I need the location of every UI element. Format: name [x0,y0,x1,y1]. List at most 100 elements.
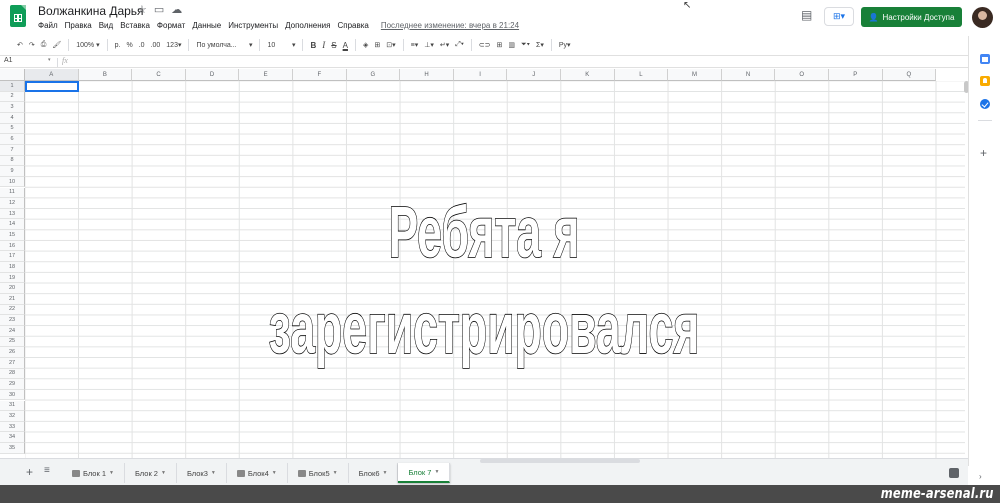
zoom-select[interactable]: 100% ▾ [73,38,102,52]
fill-color-icon[interactable]: ◈ [360,38,371,52]
row-header-31[interactable]: 31 [0,400,25,412]
merge-cells-icon[interactable]: ⊡▾ [383,38,398,52]
horizontal-scrollbar[interactable] [480,459,640,463]
row-header-32[interactable]: 32 [0,411,25,422]
row-header-28[interactable]: 28 [0,368,25,380]
currency-button[interactable]: р. [112,38,124,52]
insert-comment-icon[interactable]: ⊞ [494,38,506,52]
chevron-down-icon[interactable]: ▼ [161,470,166,476]
text-wrap-icon[interactable]: ↵▾ [437,38,452,52]
functions-icon[interactable]: Σ▾ [533,38,547,52]
column-header-k[interactable]: K [561,69,615,81]
share-button[interactable]: 👤 Настройки Доступа [861,7,962,27]
sheets-logo-icon[interactable] [10,5,26,27]
paint-format-icon[interactable]: 🖌 [49,38,64,52]
cloud-icon[interactable]: ☁ [171,3,182,16]
column-header-d[interactable]: D [185,69,240,81]
row-header-35[interactable]: 35 [0,443,25,454]
redo-icon[interactable]: ↷ [26,38,38,52]
column-header-m[interactable]: M [668,69,722,81]
column-header-g[interactable]: G [346,69,401,81]
selected-cell-a1[interactable] [25,81,79,92]
star-icon[interactable]: ☆ [137,3,147,16]
print-icon[interactable]: ⎙ [38,38,50,52]
sheet-tab-1[interactable]: Блок 1 ▼ [62,463,125,483]
column-header-h[interactable]: H [400,69,454,81]
menu-file[interactable]: Файл [38,21,58,30]
chevron-down-icon[interactable]: ▼ [333,470,338,476]
present-button[interactable]: ⊞▾ [824,7,854,26]
comments-icon[interactable]: ▤ [801,8,814,22]
sheet-tab-5[interactable]: Блок5 ▼ [288,463,349,483]
menu-view[interactable]: Вид [99,21,113,30]
calendar-icon[interactable] [980,54,990,64]
menu-format[interactable]: Формат [157,21,185,30]
column-header-q[interactable]: Q [882,69,937,81]
column-header-i[interactable]: I [453,69,508,81]
insert-chart-icon[interactable]: ▥ [505,38,518,52]
row-header-29[interactable]: 29 [0,379,25,390]
row-header-1[interactable]: 1 [0,81,25,92]
more-formats-button[interactable]: 123 ▾ [163,38,184,52]
row-header-3[interactable]: 3 [0,102,25,113]
column-header-c[interactable]: C [132,69,186,81]
tasks-icon[interactable] [980,99,990,109]
row-header-9[interactable]: 9 [0,166,25,177]
bold-button[interactable]: B [307,38,319,52]
sheet-tab-7[interactable]: Блок 7 ▼ [398,463,451,483]
column-header-e[interactable]: E [239,69,293,81]
input-tools-icon[interactable]: Ру▾ [556,38,574,52]
menu-tools[interactable]: Инструменты [228,21,278,30]
sheet-tab-6[interactable]: Блок6 ▼ [349,463,399,483]
column-header-b[interactable]: B [78,69,133,81]
row-header-2[interactable]: 2 [0,91,25,103]
column-header-l[interactable]: L [614,69,669,81]
menu-insert[interactable]: Вставка [120,21,150,30]
vertical-align-icon[interactable]: ⊥▾ [421,38,437,52]
add-sheet-icon[interactable]: + [26,466,33,478]
font-size-select[interactable]: 10 ▾ [264,38,298,52]
increase-decimal-button[interactable]: .00 [148,38,164,52]
expand-panel-icon[interactable]: › [979,472,982,481]
borders-icon[interactable]: ⊞ [371,38,383,52]
percent-button[interactable]: % [123,38,135,52]
avatar[interactable] [972,7,993,28]
chevron-down-icon[interactable]: ▼ [109,470,114,476]
sheet-tab-3[interactable]: Блок3 ▼ [177,463,227,483]
insert-link-icon[interactable]: ⊂⊃ [476,38,494,52]
select-all-corner[interactable] [0,69,25,81]
row-header-34[interactable]: 34 [0,432,25,444]
row-header-8[interactable]: 8 [0,155,25,167]
row-header-10[interactable]: 10 [0,176,25,188]
row-header-33[interactable]: 33 [0,421,25,433]
filter-icon[interactable]: ⏷▾ [518,38,533,52]
text-color-button[interactable]: A [340,38,351,52]
row-header-7[interactable]: 7 [0,144,25,156]
explore-icon[interactable] [949,468,959,478]
row-header-6[interactable]: 6 [0,134,25,145]
column-header-o[interactable]: O [775,69,829,81]
row-header-5[interactable]: 5 [0,123,25,135]
folder-icon[interactable]: ▭ [154,3,164,16]
keep-icon[interactable] [980,76,990,86]
chevron-down-icon[interactable]: ▼ [382,470,387,476]
menu-help[interactable]: Справка [337,21,368,30]
column-header-p[interactable]: P [829,69,883,81]
menu-edit[interactable]: Правка [65,21,92,30]
menu-addons[interactable]: Дополнения [285,21,330,30]
last-edit-link[interactable]: Последнее изменение: вчера в 21:24 [381,21,519,30]
get-addons-icon[interactable]: + [980,147,987,159]
italic-button[interactable]: I [319,38,328,52]
row-header-4[interactable]: 4 [0,112,25,124]
all-sheets-icon[interactable]: ≡ [44,465,50,477]
column-header-j[interactable]: J [507,69,561,81]
chevron-down-icon[interactable]: ▼ [272,470,277,476]
menu-data[interactable]: Данные [192,21,221,30]
strikethrough-button[interactable]: S [328,38,339,52]
document-title[interactable]: Волжанкина Дарья [38,4,144,18]
name-box[interactable]: A1 [4,57,54,64]
chevron-down-icon[interactable]: ▼ [211,470,216,476]
sheet-tab-2[interactable]: Блок 2 ▼ [125,463,177,483]
font-select[interactable]: По умолча... ▾ [193,38,255,52]
column-header-f[interactable]: F [293,69,347,81]
